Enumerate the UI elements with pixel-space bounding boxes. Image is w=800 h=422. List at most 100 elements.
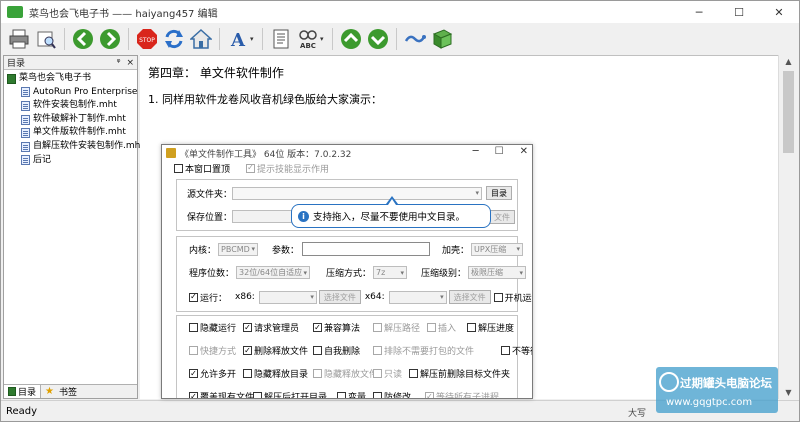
arch-combo: 32位/64位自适应 ▾ xyxy=(236,266,311,279)
tree-item[interactable]: 软件安装包制作.mht xyxy=(7,99,137,113)
option-checkbox: ✓ 覆盖现有文件 xyxy=(189,390,254,398)
content-paragraph: 1. 同样用软件龙卷风收音机绿色版给大家演示： xyxy=(148,93,382,106)
source-combo: ▾ xyxy=(232,186,483,200)
tips-label: 提示技能显示作用 xyxy=(257,164,330,175)
forward-button[interactable] xyxy=(98,27,122,51)
tree-item[interactable]: 后记 xyxy=(7,154,137,168)
option-checkbox: ✓ 允许多开 xyxy=(189,367,243,380)
tree-root[interactable]: 菜鸟也会飞电子书 xyxy=(7,72,137,86)
run-row: ✓运行： x86: ▾ 选择文件 x64: ▾ 选择文件 开机运行 xyxy=(189,290,532,304)
tree-item-label: 软件安装包制作.mht xyxy=(33,100,117,111)
option-label: 解压路径 xyxy=(384,324,421,334)
link-button[interactable] xyxy=(403,27,427,51)
options-row-2: 快捷方式 ✓删除释放文件 自我删除 排除不需要打包的文件 不等待 xyxy=(189,344,532,357)
source-row: 源文件夹： ▾ 目录 xyxy=(187,186,513,200)
sidebar-close-icon[interactable]: × xyxy=(126,58,134,68)
up-button[interactable] xyxy=(339,27,363,51)
toolbar-separator xyxy=(262,28,263,50)
minimize-button[interactable]: ─ xyxy=(679,1,719,23)
scroll-up-icon[interactable]: ▲ xyxy=(779,57,798,66)
down-button[interactable] xyxy=(366,27,390,51)
spell-dropdown-icon[interactable]: ▾ xyxy=(320,35,326,43)
option-label: 快捷方式 xyxy=(200,347,237,357)
scroll-down-icon[interactable]: ▼ xyxy=(779,388,798,397)
dialog-app-icon xyxy=(166,148,176,158)
scroll-thumb[interactable] xyxy=(783,71,794,153)
dir-button: 目录 xyxy=(486,186,513,200)
stop-button[interactable]: STOP xyxy=(135,27,159,51)
refresh-button[interactable] xyxy=(162,27,186,51)
dialog-title: 《单文件制作工具》 64位 版本：7.0.2.32 xyxy=(180,149,352,160)
title-bar: 菜鸟也会飞电子书 —— haiyang457 编辑 ─ ☐ ✕ xyxy=(1,1,799,23)
tree-item[interactable]: AutoRun Pro Enterprise II.r xyxy=(7,86,152,100)
toolbar-separator xyxy=(128,28,129,50)
pack-combo: UPX压缩 ▾ xyxy=(471,242,524,256)
back-icon xyxy=(73,29,93,49)
back-button[interactable] xyxy=(71,27,95,51)
close-button[interactable]: ✕ xyxy=(759,1,799,23)
watermark-title: 过期罐头电脑论坛 xyxy=(680,376,772,390)
stop-icon: STOP xyxy=(137,29,157,49)
topmost-checkbox: 本窗口置顶 xyxy=(174,162,230,175)
option-label: 自我删除 xyxy=(324,347,361,357)
home-icon xyxy=(190,28,212,49)
vertical-scrollbar[interactable]: ▲ ▼ xyxy=(778,55,797,399)
autostart-label: 开机运行 xyxy=(504,293,532,304)
tree-item[interactable]: 自解压软件安装包制作.mht xyxy=(7,140,144,154)
toolbar-separator xyxy=(332,28,333,50)
checkbox-box: ✓ xyxy=(189,368,198,378)
sidebar-title: 目录 xyxy=(7,59,26,69)
print-preview-button[interactable] xyxy=(34,27,58,51)
window-title: 菜鸟也会飞电子书 —— haiyang457 编辑 xyxy=(29,8,218,20)
contents-button[interactable] xyxy=(269,27,293,51)
checkbox-box xyxy=(337,392,346,398)
chevron-down-icon: ▾ xyxy=(310,293,314,301)
page-icon xyxy=(21,114,30,125)
run-checkbox: ✓ 运行： xyxy=(189,291,227,304)
option-checkbox: 解压进度 xyxy=(467,321,514,334)
link-icon xyxy=(404,35,426,43)
option-label: 隐藏释放目录 xyxy=(254,370,309,380)
font-button[interactable]: A xyxy=(226,27,250,51)
checkbox-box xyxy=(243,369,252,378)
book-button[interactable] xyxy=(430,27,454,51)
level-label: 压缩级别： xyxy=(421,269,467,279)
chapter-title: 第四章： 单文件软件制作 xyxy=(148,66,284,80)
x64-choose-button: 选择文件 xyxy=(448,290,491,304)
tooltip-arrow-inner xyxy=(388,199,396,205)
option-checkbox: 隐藏释放目录 xyxy=(243,367,313,380)
tree-item[interactable]: 单文件版软件制作.mht xyxy=(7,126,137,140)
toolbar-separator xyxy=(219,28,220,50)
dialog-maximize-icon: ☐ xyxy=(494,146,504,157)
option-label: 防修改 xyxy=(384,393,412,399)
home-button[interactable] xyxy=(189,27,213,51)
status-text: Ready xyxy=(6,405,38,417)
font-dropdown-icon[interactable]: ▾ xyxy=(250,35,256,43)
page-icon xyxy=(21,128,30,139)
option-checkbox: ✓ 兼容算法 xyxy=(313,321,373,334)
checkbox-box xyxy=(493,292,503,302)
option-checkbox: ✓ 等待所有子进程 xyxy=(425,390,499,398)
maximize-button[interactable]: ☐ xyxy=(719,1,759,23)
x64-label: x64: xyxy=(364,292,385,302)
sidebar-controls: ᵠ × xyxy=(117,58,134,68)
book-icon xyxy=(7,73,16,84)
tab-contents[interactable]: 目录 xyxy=(4,385,42,398)
star-icon: ★ xyxy=(45,386,54,397)
app-icon xyxy=(7,6,23,18)
print-button[interactable] xyxy=(7,27,31,51)
option-checkbox: 插入 xyxy=(427,321,467,334)
option-checkbox: 不等待 xyxy=(501,344,532,357)
chevron-down-icon: ▾ xyxy=(303,268,308,277)
options-panel: 隐藏运行 ✓ 请求管理员 ✓ 兼容算法 解压路径 插入 解压进度 快捷方式 ✓ 删除释… xyxy=(176,315,532,399)
pin-icon[interactable]: ᵠ xyxy=(117,58,121,68)
main-window: 菜鸟也会飞电子书 —— haiyang457 编辑 ─ ☐ ✕ STOP A ▾… xyxy=(0,0,800,422)
option-label: 解压后打开目录 xyxy=(264,393,328,399)
spell-check-button[interactable]: ABC xyxy=(296,27,320,51)
option-label: 隐藏运行 xyxy=(200,324,237,334)
tree-item[interactable]: 软件破解补丁制作.mht xyxy=(7,113,137,127)
option-label: 隐藏释放文件 xyxy=(324,370,379,380)
tab-bookmarks[interactable]: ★ 书签 xyxy=(41,385,81,398)
option-label: 解压前删除目标文件夹 xyxy=(420,370,511,380)
pack-label: 加壳： xyxy=(442,245,470,256)
